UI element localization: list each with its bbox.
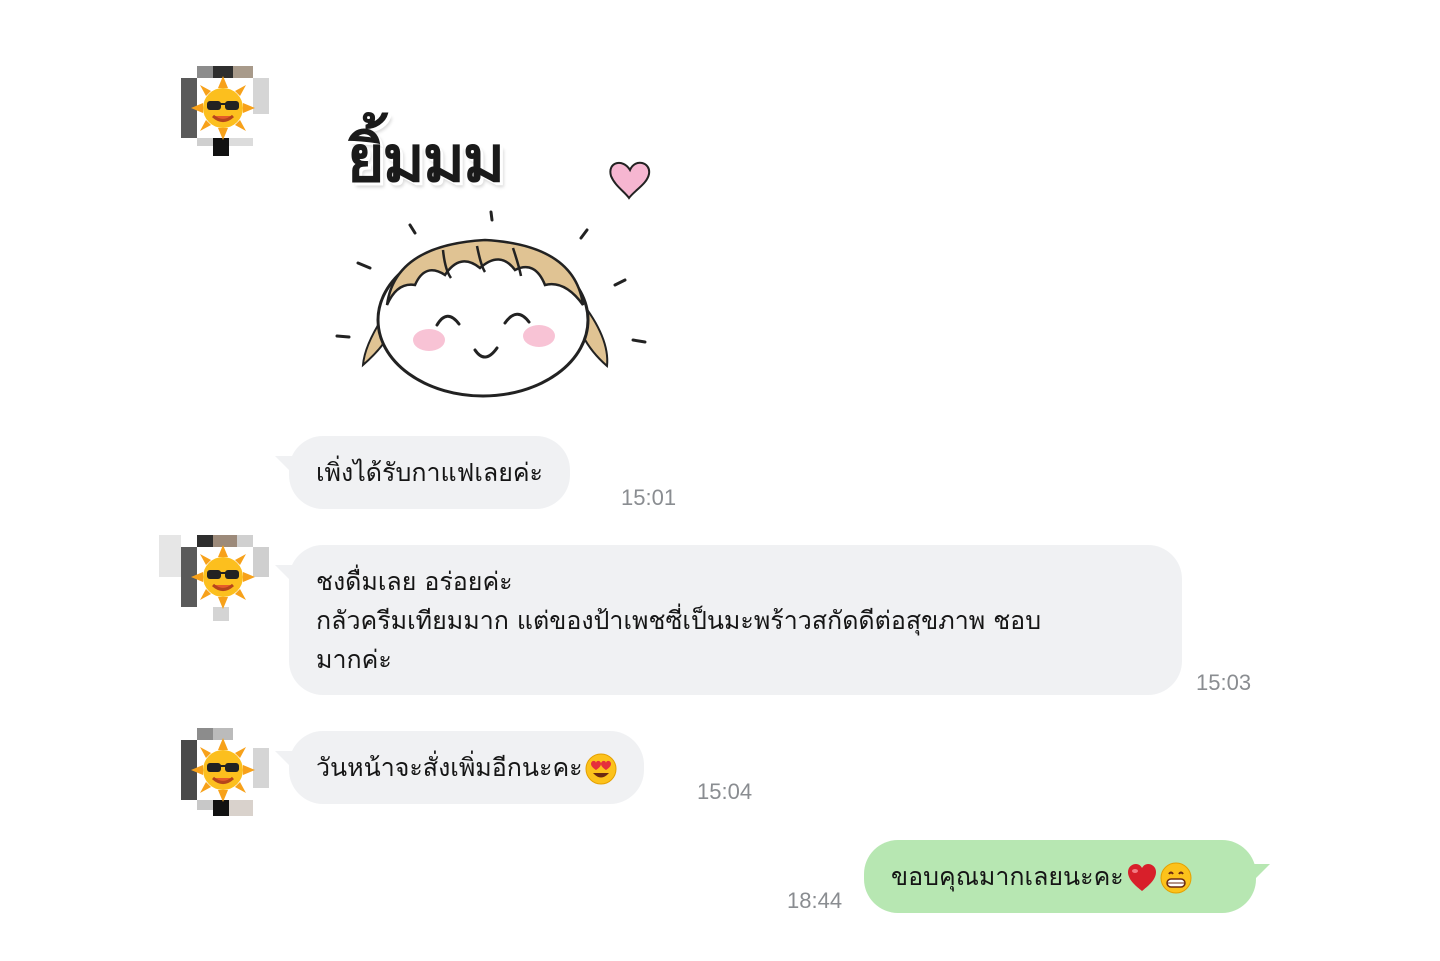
- message-timestamp: 15:03: [1196, 670, 1252, 695]
- message-timestamp: 15:01: [621, 485, 677, 510]
- sun-sunglasses-icon: [191, 545, 255, 609]
- message-text-line: มากค่ะ: [316, 645, 392, 674]
- message-text-line: กลัวครีมเทียมมาก แต่ของป้าเพชซี่เป็นมะพร…: [316, 606, 1042, 635]
- message-timestamp: 18:44: [787, 888, 843, 913]
- chat-view: ยิ้มมม เพิ่งได้รับกาแฟเลยค่ะ 15:01 ชงดื่…: [0, 0, 1440, 961]
- message-bubble[interactable]: เพิ่งได้รับกาแฟเลยค่ะ: [275, 436, 570, 509]
- contact-avatar[interactable]: [159, 535, 269, 623]
- message-bubble[interactable]: ชงดื่มเลย อร่อยค่ะ กลัวครีมเทียมมาก แต่ข…: [275, 545, 1182, 695]
- grinning-emoji: [1160, 862, 1192, 894]
- sticker-smiling-girl[interactable]: ยิ้มมม: [325, 80, 670, 410]
- outgoing-message-bubble[interactable]: ขอบคุณมากเลยนะคะ: [864, 840, 1270, 913]
- message-text: วันหน้าจะสั่งเพิ่มอีกนะคะ: [316, 753, 583, 782]
- message-text: ขอบคุณมากเลยนะคะ: [891, 862, 1124, 891]
- contact-avatar[interactable]: [181, 66, 269, 156]
- sun-sunglasses-icon: [191, 76, 255, 140]
- message-text: เพิ่งได้รับกาแฟเลยค่ะ: [316, 458, 543, 487]
- message-bubble[interactable]: วันหน้าจะสั่งเพิ่มอีกนะคะ: [275, 731, 644, 804]
- message-timestamp: 15:04: [697, 779, 753, 804]
- contact-avatar[interactable]: [181, 728, 269, 816]
- sticker-illustration: [335, 161, 651, 398]
- heart-eyes-emoji: [585, 753, 617, 785]
- message-text-line: ชงดื่มเลย อร่อยค่ะ: [316, 567, 513, 596]
- red-heart-emoji: [1127, 864, 1156, 891]
- sun-sunglasses-icon: [191, 738, 255, 802]
